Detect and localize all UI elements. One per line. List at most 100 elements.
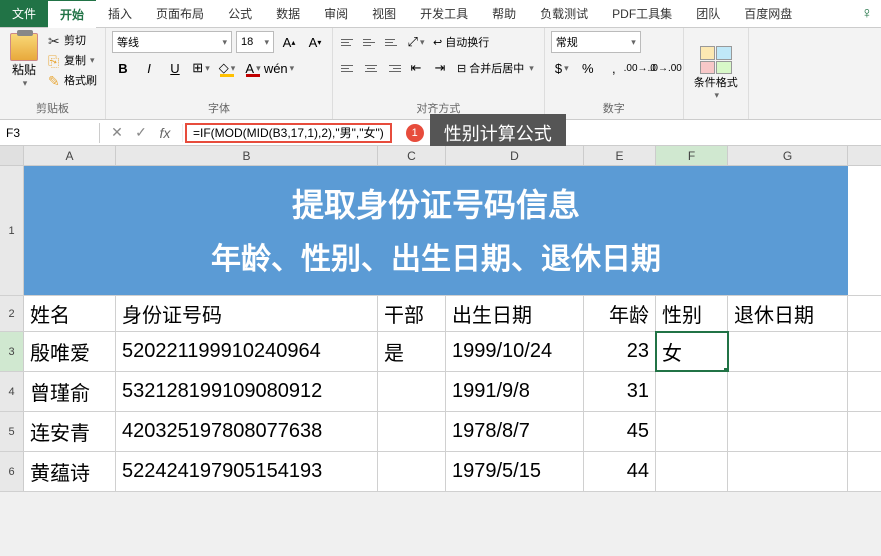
cell-E6[interactable]: 44 bbox=[584, 452, 656, 491]
cell-G3[interactable] bbox=[728, 332, 848, 371]
cell-E4[interactable]: 31 bbox=[584, 372, 656, 411]
header-gender[interactable]: 性别 bbox=[656, 296, 728, 331]
name-box[interactable]: F3 bbox=[0, 123, 100, 143]
cell-G4[interactable] bbox=[728, 372, 848, 411]
cell-D6[interactable]: 1979/5/15 bbox=[446, 452, 584, 491]
header-birthdate[interactable]: 出生日期 bbox=[446, 296, 584, 331]
merge-center-button[interactable]: ⊟合并后居中▾ bbox=[453, 58, 538, 78]
col-header-A[interactable]: A bbox=[24, 146, 116, 165]
help-icon[interactable]: ♀ bbox=[861, 5, 873, 23]
tab-pdftools[interactable]: PDF工具集 bbox=[600, 0, 684, 27]
phonetic-button[interactable]: wén▾ bbox=[268, 57, 290, 79]
wrap-text-button[interactable]: ↩自动换行 bbox=[429, 32, 493, 52]
col-header-C[interactable]: C bbox=[378, 146, 446, 165]
cell-B3[interactable]: 520221199910240964 bbox=[116, 332, 378, 371]
row-header-1[interactable]: 1 bbox=[0, 166, 24, 295]
underline-button[interactable]: U bbox=[164, 57, 186, 79]
cell-G5[interactable] bbox=[728, 412, 848, 451]
conditional-format-button[interactable]: 条件格式 ▾ bbox=[690, 44, 742, 103]
cell-D5[interactable]: 1978/8/7 bbox=[446, 412, 584, 451]
cell-C3[interactable]: 是 bbox=[378, 332, 446, 371]
row-header-3[interactable]: 3 bbox=[0, 332, 24, 371]
align-left-button[interactable] bbox=[339, 59, 359, 77]
number-format-combo[interactable]: 常规▾ bbox=[551, 31, 641, 53]
col-header-G[interactable]: G bbox=[728, 146, 848, 165]
cell-D4[interactable]: 1991/9/8 bbox=[446, 372, 584, 411]
tab-insert[interactable]: 插入 bbox=[96, 0, 144, 27]
select-all-corner[interactable] bbox=[0, 146, 24, 165]
cell-A5[interactable]: 连安青 bbox=[24, 412, 116, 451]
cell-G6[interactable] bbox=[728, 452, 848, 491]
header-retire[interactable]: 退休日期 bbox=[728, 296, 848, 331]
tab-baidu[interactable]: 百度网盘 bbox=[732, 0, 804, 27]
tab-team[interactable]: 团队 bbox=[684, 0, 732, 27]
tab-formulas[interactable]: 公式 bbox=[216, 0, 264, 27]
tab-pagelayout[interactable]: 页面布局 bbox=[144, 0, 216, 27]
cell-A4[interactable]: 曾瑾俞 bbox=[24, 372, 116, 411]
row-header-4[interactable]: 4 bbox=[0, 372, 24, 411]
increase-indent-button[interactable]: ⇥ bbox=[429, 57, 451, 79]
header-age[interactable]: 年龄 bbox=[584, 296, 656, 331]
decrease-indent-button[interactable]: ⇤ bbox=[405, 57, 427, 79]
col-header-D[interactable]: D bbox=[446, 146, 584, 165]
col-header-B[interactable]: B bbox=[116, 146, 378, 165]
tab-developer[interactable]: 开发工具 bbox=[408, 0, 480, 27]
increase-decimal-button[interactable]: .00→.0 bbox=[629, 57, 651, 79]
cell-A6[interactable]: 黄蕴诗 bbox=[24, 452, 116, 491]
insert-function-button[interactable]: fx bbox=[156, 124, 174, 142]
font-size-combo[interactable]: 18▾ bbox=[236, 31, 274, 53]
cut-button[interactable]: ✂剪切 bbox=[46, 31, 99, 49]
formula-input[interactable]: =IF(MOD(MID(B3,17,1),2),"男","女") bbox=[185, 123, 392, 143]
cell-C5[interactable] bbox=[378, 412, 446, 451]
cell-C4[interactable] bbox=[378, 372, 446, 411]
row-header-5[interactable]: 5 bbox=[0, 412, 24, 451]
confirm-formula-button[interactable]: ✓ bbox=[132, 124, 150, 142]
tab-data[interactable]: 数据 bbox=[264, 0, 312, 27]
cell-B6[interactable]: 522424197905154193 bbox=[116, 452, 378, 491]
cell-F3[interactable]: 女 bbox=[656, 332, 728, 371]
decrease-font-button[interactable]: A▾ bbox=[304, 31, 326, 53]
cell-B4[interactable]: 532128199109080912 bbox=[116, 372, 378, 411]
increase-font-button[interactable]: A▴ bbox=[278, 31, 300, 53]
align-center-button[interactable] bbox=[361, 59, 381, 77]
tab-help[interactable]: 帮助 bbox=[480, 0, 528, 27]
col-header-F[interactable]: F bbox=[656, 146, 728, 165]
align-middle-button[interactable] bbox=[361, 33, 381, 51]
bold-button[interactable]: B bbox=[112, 57, 134, 79]
tab-view[interactable]: 视图 bbox=[360, 0, 408, 27]
tab-review[interactable]: 审阅 bbox=[312, 0, 360, 27]
tab-file[interactable]: 文件 bbox=[0, 0, 48, 27]
decrease-decimal-button[interactable]: .0→.00 bbox=[655, 57, 677, 79]
align-bottom-button[interactable] bbox=[383, 33, 403, 51]
format-painter-button[interactable]: ✎格式刷 bbox=[46, 71, 99, 89]
row-header-2[interactable]: 2 bbox=[0, 296, 24, 331]
tab-loadtest[interactable]: 负载测试 bbox=[528, 0, 600, 27]
cell-F4[interactable] bbox=[656, 372, 728, 411]
cell-E3[interactable]: 23 bbox=[584, 332, 656, 371]
cell-C6[interactable] bbox=[378, 452, 446, 491]
row-header-6[interactable]: 6 bbox=[0, 452, 24, 491]
accounting-button[interactable]: $▾ bbox=[551, 57, 573, 79]
cell-B5[interactable]: 420325197808077638 bbox=[116, 412, 378, 451]
cell-A3[interactable]: 殷唯爱 bbox=[24, 332, 116, 371]
font-color-button[interactable]: A▾ bbox=[242, 57, 264, 79]
header-name[interactable]: 姓名 bbox=[24, 296, 116, 331]
border-button[interactable]: ⊞▾ bbox=[190, 57, 212, 79]
cell-F6[interactable] bbox=[656, 452, 728, 491]
header-cadre[interactable]: 干部 bbox=[378, 296, 446, 331]
cancel-formula-button[interactable]: ✕ bbox=[108, 124, 126, 142]
paste-button[interactable]: 粘贴 ▾ bbox=[6, 31, 42, 91]
fill-color-button[interactable]: ◇▾ bbox=[216, 57, 238, 79]
comma-button[interactable]: , bbox=[603, 57, 625, 79]
percent-button[interactable]: % bbox=[577, 57, 599, 79]
tab-home[interactable]: 开始 bbox=[48, 0, 96, 28]
cell-E5[interactable]: 45 bbox=[584, 412, 656, 451]
italic-button[interactable]: I bbox=[138, 57, 160, 79]
col-header-E[interactable]: E bbox=[584, 146, 656, 165]
header-id[interactable]: 身份证号码 bbox=[116, 296, 378, 331]
align-top-button[interactable] bbox=[339, 33, 359, 51]
font-name-combo[interactable]: 等线▾ bbox=[112, 31, 232, 53]
align-right-button[interactable] bbox=[383, 59, 403, 77]
orientation-button[interactable]: ⤢▾ bbox=[405, 31, 427, 53]
cell-F5[interactable] bbox=[656, 412, 728, 451]
